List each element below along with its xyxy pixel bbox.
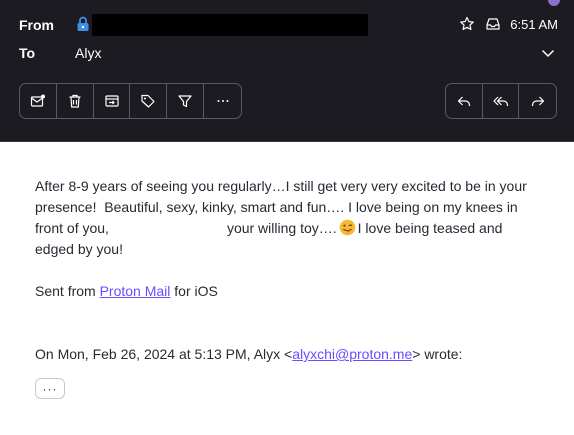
label-button[interactable] [130,84,168,118]
tag-icon [141,94,155,108]
message-paragraph: After 8-9 years of seeing you regularly…… [35,176,535,260]
mark-unread-button[interactable] [20,84,57,118]
filter-icon [178,95,192,108]
reply-all-button[interactable] [483,84,520,118]
header-meta: 6:51 AM [458,14,558,34]
message-body: After 8-9 years of seeing you regularly…… [35,176,535,365]
more-icon [217,100,229,102]
lock-icon[interactable] [76,16,90,32]
forward-icon [531,96,544,106]
more-actions-button[interactable] [204,84,241,118]
unread-indicator [548,0,560,6]
quote-header: On Mon, Feb 26, 2024 at 5:13 PM, Alyx <a… [35,344,535,365]
filter-button[interactable] [167,84,205,118]
message-header: From To Alyx 6:51 AM [0,0,574,142]
reply-all-icon [492,96,508,106]
tongue-wink-emoji-icon [339,219,355,236]
signature: Sent from Proton Mail for iOS [35,281,535,302]
forward-button[interactable] [519,84,556,118]
received-time: 6:51 AM [510,16,558,32]
quote-suffix: > wrote: [412,346,463,362]
quoted-email-link[interactable]: alyxchi@proton.me [292,346,412,362]
signature-suffix: for iOS [170,283,218,299]
envelope-dot-icon [30,94,45,107]
sender-address-redacted [92,14,368,36]
reply-button[interactable] [446,84,483,118]
from-label: From [19,17,54,33]
proton-mail-link[interactable]: Proton Mail [100,283,171,299]
message-actions-toolbar [19,83,242,119]
reply-icon [457,96,470,106]
reply-actions-toolbar [445,83,557,119]
expand-quote-button[interactable]: ··· [35,378,65,399]
message-text-part-2: your willing toy…. [226,220,337,236]
inbox-icon[interactable] [484,15,502,33]
chevron-down-icon[interactable] [540,45,556,61]
move-to-button[interactable] [94,84,131,118]
signature-prefix: Sent from [35,283,100,299]
recipient-name[interactable]: Alyx [75,45,101,61]
quote-prefix: On Mon, Feb 26, 2024 at 5:13 PM, Alyx < [35,346,293,362]
move-to-icon [104,95,119,107]
trash-icon [69,94,81,108]
trash-button[interactable] [57,84,94,118]
to-label: To [19,45,36,61]
star-icon[interactable] [458,15,476,33]
